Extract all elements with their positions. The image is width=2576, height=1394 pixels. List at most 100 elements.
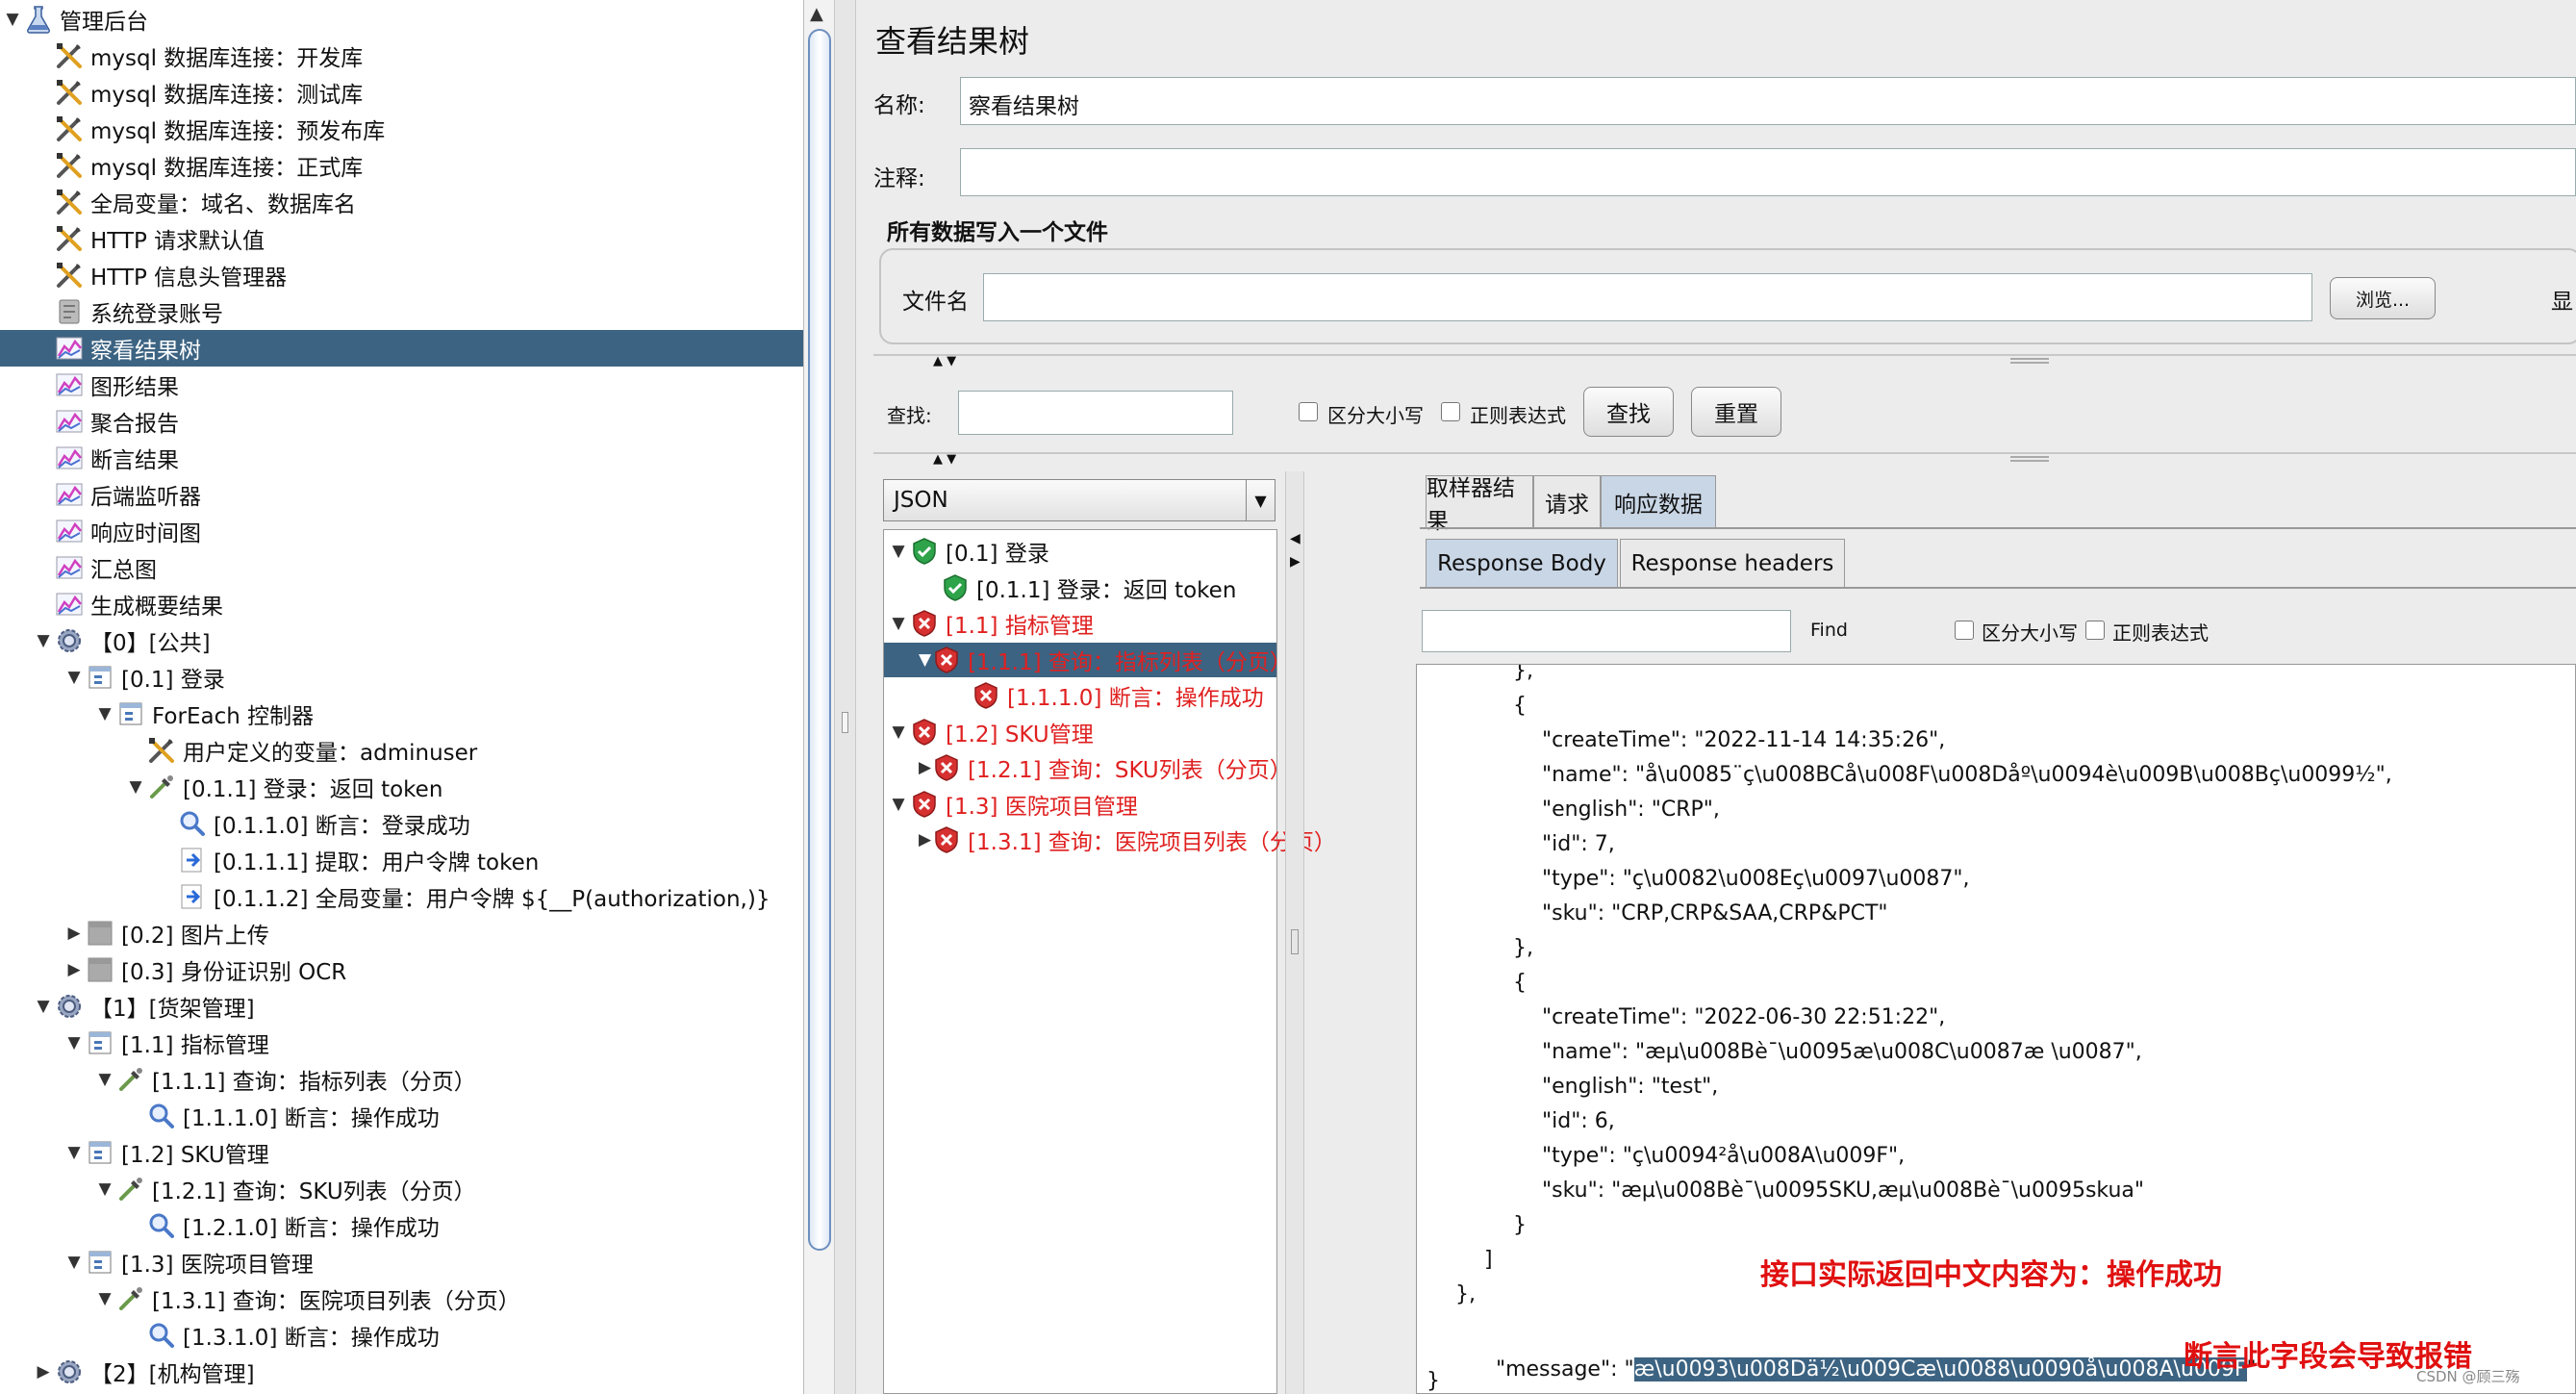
collapse-icon[interactable]: ▼ — [919, 650, 931, 670]
tree-node[interactable]: mysql 数据库连接：正式库 — [0, 147, 803, 184]
tree-scrollbar[interactable]: ▲ — [803, 0, 834, 1394]
tree-node[interactable]: 图形结果 — [0, 367, 803, 403]
find-regex-checkbox[interactable] — [2085, 621, 2105, 640]
tree-node[interactable]: ▼ [1.2] SKU管理 — [0, 1134, 803, 1171]
tab-response-body[interactable]: Response Body — [1426, 539, 1618, 587]
expand-icon[interactable]: ▶ — [919, 758, 931, 777]
tree-node[interactable]: [0.1.1.2] 全局变量：用户令牌 ${__P(authorization,… — [0, 878, 803, 915]
tree-node[interactable]: ▶ [0.2] 图片上传 — [0, 915, 803, 951]
result-node[interactable]: ▼ [1.1] 指标管理 — [884, 606, 1276, 641]
scrollbar-thumb[interactable] — [808, 29, 831, 1251]
collapse-icon[interactable]: ▼ — [63, 1253, 85, 1272]
tree-node[interactable]: ▼ [0.1.1] 登录：返回 token — [0, 769, 803, 805]
tree-node[interactable]: ▼ 【0】[公共] — [0, 622, 803, 659]
expand-icon[interactable]: ▶ — [63, 960, 85, 979]
tree-node[interactable]: mysql 数据库连接：开发库 — [0, 38, 803, 74]
collapse-arrows-icon[interactable]: ▲ ▼ — [933, 354, 956, 368]
dropdown-arrow-icon[interactable]: ▼ — [1246, 480, 1275, 520]
tree-node[interactable]: ▼ [1.3.1] 查询：医院项目列表（分页） — [0, 1280, 803, 1317]
collapse-icon[interactable]: ▼ — [888, 614, 909, 633]
collapse-icon[interactable]: ▼ — [63, 1033, 85, 1052]
find-input[interactable] — [1422, 610, 1791, 652]
tree-node[interactable]: [0.1.1.0] 断言：登录成功 — [0, 805, 803, 842]
result-node[interactable]: ▶ [1.2.1] 查询：SKU列表（分页） — [884, 750, 1292, 785]
splitter-grip[interactable] — [1291, 929, 1299, 954]
sampler-result-tree[interactable]: ▼ [0.1] 登录 [0.1.1] 登录：返回 token ▼ [1.1] 指标管理 ▼… — [883, 529, 1336, 1394]
tab-response-headers[interactable]: Response headers — [1620, 539, 1845, 587]
tree-node[interactable]: 响应时间图 — [0, 513, 803, 549]
result-node[interactable]: ▼ [1.1.1] 查询：指标列表（分页） — [884, 642, 1292, 677]
test-plan-tree[interactable]: ▼ 管理后台 mysql 数据库连接：开发库 mysql 数据库连接：测试库 mysql… — [0, 0, 803, 1394]
result-node[interactable]: ▼ [0.1] 登录 — [884, 534, 1276, 569]
find-button[interactable]: 查找 — [1583, 387, 1674, 437]
case-sensitive-checkbox[interactable] — [1299, 402, 1318, 421]
collapse-icon[interactable]: ▼ — [63, 668, 85, 687]
tree-node[interactable]: ▼ [1.1.1] 查询：指标列表（分页） — [0, 1061, 803, 1098]
tree-node[interactable]: 汇总图 — [0, 549, 803, 586]
tree-node[interactable]: 察看结果树 — [0, 330, 803, 367]
result-node[interactable]: ▶ [1.3.1] 查询：医院项目列表（分页） — [884, 823, 1336, 857]
collapse-icon[interactable]: ▼ — [888, 722, 909, 742]
result-node[interactable]: ▼ [1.2] SKU管理 — [884, 715, 1276, 749]
collapse-icon[interactable]: ▼ — [94, 1289, 115, 1308]
collapse-right-icon[interactable]: ▶ — [1290, 554, 1301, 570]
inner-splitter[interactable]: ◀ ▶ — [1285, 471, 1304, 1394]
tree-node[interactable]: ▼ 【1】[货架管理] — [0, 988, 803, 1025]
collapse-icon[interactable]: ▼ — [125, 777, 146, 797]
renderer-select[interactable]: JSON ▼ — [883, 479, 1275, 521]
tree-node[interactable]: ▶ [0.3] 身份证识别 OCR — [0, 951, 803, 988]
tab-sampler-result[interactable]: 取样器结果 — [1426, 475, 1533, 534]
file-name-input[interactable] — [983, 273, 2312, 321]
tree-node[interactable]: [1.3.1.0] 断言：操作成功 — [0, 1317, 803, 1354]
tree-node[interactable]: ▼ [1.3] 医院项目管理 — [0, 1244, 803, 1280]
collapse-icon[interactable]: ▼ — [63, 1143, 85, 1162]
comment-input[interactable] — [960, 148, 2576, 196]
name-input[interactable]: 察看结果树 — [960, 77, 2576, 125]
collapse-icon[interactable]: ▼ — [94, 1070, 115, 1089]
tree-node[interactable]: 后端监听器 — [0, 476, 803, 513]
tree-node[interactable]: 生成概要结果 — [0, 586, 803, 622]
expand-icon[interactable]: ▶ — [33, 1362, 54, 1381]
collapse-icon[interactable]: ▼ — [94, 1179, 115, 1199]
divider-grip[interactable] — [2010, 456, 2049, 462]
tree-node[interactable]: ▶ 【2】[机构管理] — [0, 1354, 803, 1390]
tree-node[interactable]: [1.1.1.0] 断言：操作成功 — [0, 1098, 803, 1134]
tree-node[interactable]: HTTP 信息头管理器 — [0, 257, 803, 293]
reset-button[interactable]: 重置 — [1691, 387, 1781, 437]
tree-node[interactable]: 用户定义的变量：adminuser — [0, 732, 803, 769]
collapse-arrows-icon[interactable]: ▲ ▼ — [933, 452, 956, 467]
regex-checkbox[interactable] — [1441, 402, 1460, 421]
collapse-icon[interactable]: ▼ — [2, 10, 23, 29]
message-value-highlight[interactable]: æ\u0093\u008Dä½\u009Cæ\u0088\u0090å\u008… — [1633, 1357, 2247, 1381]
split-pane-divider[interactable] — [834, 0, 856, 1394]
expand-icon[interactable]: ▶ — [63, 924, 85, 943]
tree-node[interactable]: ▼ 管理后台 — [0, 1, 803, 38]
collapse-icon[interactable]: ▼ — [33, 997, 54, 1016]
result-node[interactable]: ▼ [1.3] 医院项目管理 — [884, 787, 1276, 822]
tree-node[interactable]: mysql 数据库连接：预发布库 — [0, 111, 803, 147]
tree-node[interactable]: [1.2.1.0] 断言：操作成功 — [0, 1207, 803, 1244]
tree-node[interactable]: 聚合报告 — [0, 403, 803, 440]
collapse-icon[interactable]: ▼ — [888, 542, 909, 561]
browse-button[interactable]: 浏览... — [2330, 277, 2436, 319]
search-input[interactable] — [958, 391, 1233, 435]
tree-node[interactable]: mysql 数据库连接：测试库 — [0, 74, 803, 111]
divider-grip[interactable] — [2010, 358, 2049, 364]
tree-node[interactable]: ▼ [1.2.1] 查询：SKU列表（分页） — [0, 1171, 803, 1207]
splitter-grip[interactable] — [842, 712, 848, 733]
tree-node[interactable]: 系统登录账号 — [0, 293, 803, 330]
tree-node[interactable]: ▼ [0.1] 登录 — [0, 659, 803, 696]
tree-node[interactable]: 全局变量：域名、数据库名 — [0, 184, 803, 220]
scroll-up-icon[interactable]: ▲ — [810, 4, 823, 24]
collapse-icon[interactable]: ▼ — [888, 795, 909, 814]
collapse-left-icon[interactable]: ◀ — [1290, 531, 1301, 546]
tree-node[interactable]: ▼ ForEach 控制器 — [0, 696, 803, 732]
tab-request[interactable]: 请求 — [1533, 475, 1601, 527]
result-node[interactable]: [1.1.1.0] 断言：操作成功 — [884, 678, 1276, 713]
result-node[interactable]: [0.1.1] 登录：返回 token — [884, 570, 1276, 605]
collapse-icon[interactable]: ▼ — [94, 704, 115, 723]
tree-node[interactable]: ▼ [1.1] 指标管理 — [0, 1025, 803, 1061]
tree-node[interactable]: HTTP 请求默认值 — [0, 220, 803, 257]
find-case-checkbox[interactable] — [1955, 621, 1974, 640]
tab-response-data[interactable]: 响应数据 — [1601, 475, 1716, 527]
